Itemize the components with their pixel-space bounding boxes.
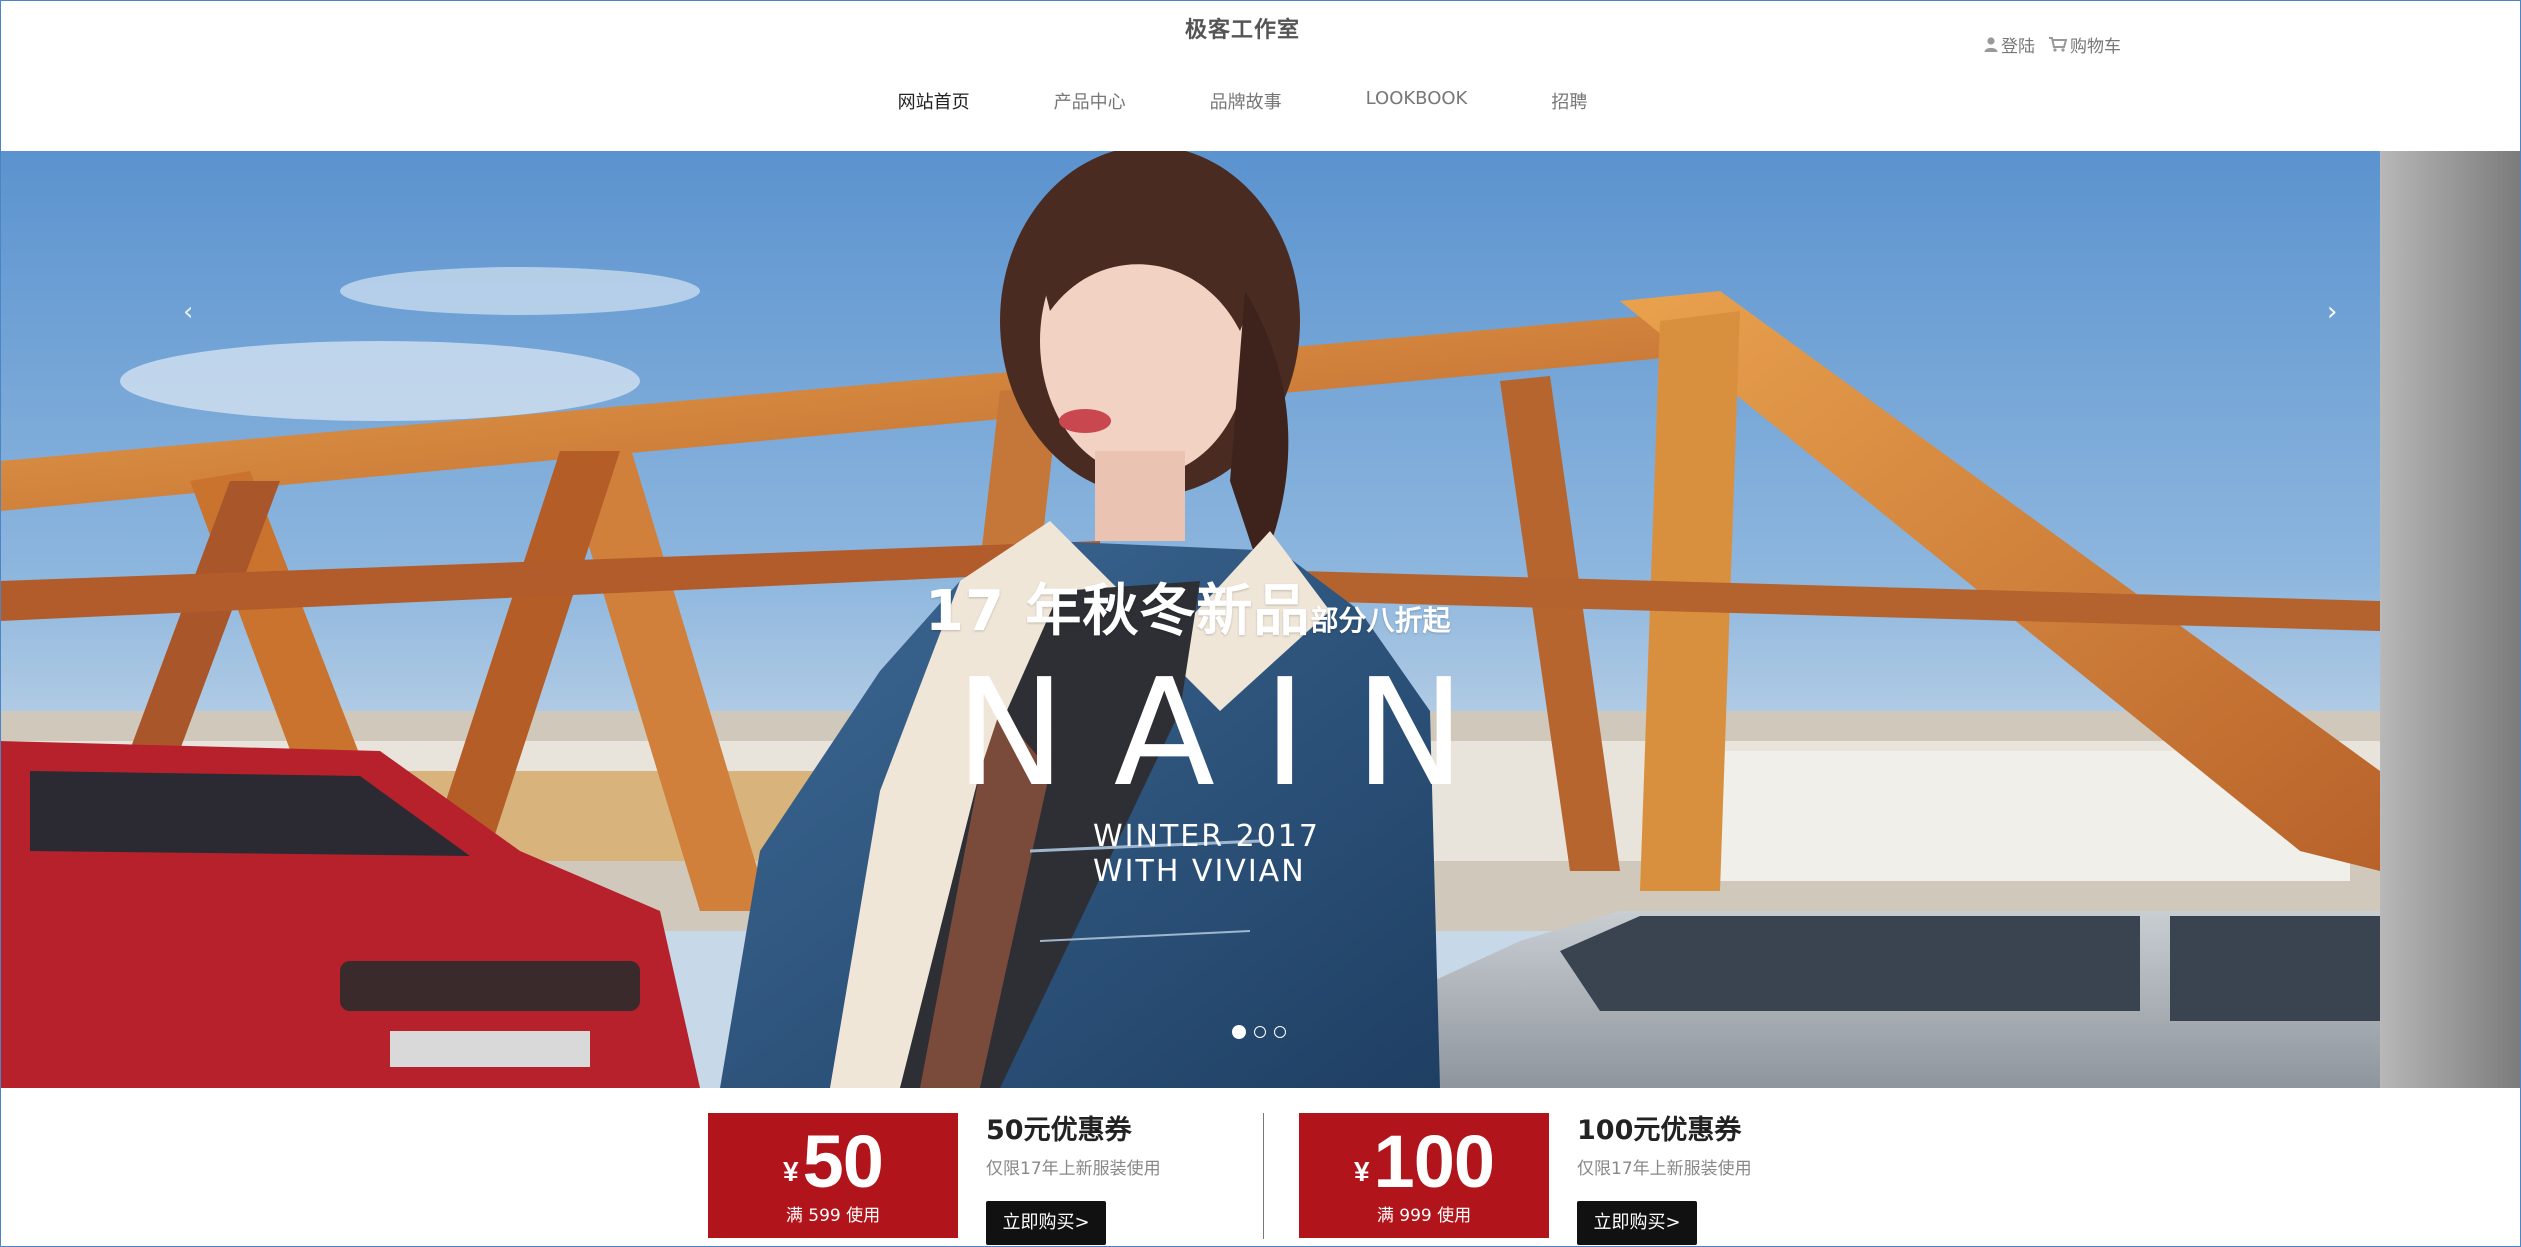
carousel-dot-3[interactable] (1274, 1026, 1286, 1038)
nav-item-home[interactable]: 网站首页 (898, 88, 970, 114)
nav-item-products[interactable]: 产品中心 (1054, 88, 1126, 114)
coupon-card-100[interactable]: ¥100 满 999 使用 (1299, 1113, 1549, 1238)
coupon-desc: 仅限17年上新服装使用 (1577, 1159, 1752, 1179)
nav-item-lookbook[interactable]: LOOKBOOK (1366, 88, 1468, 114)
cart-icon (2049, 37, 2067, 52)
nav-item-brand-story[interactable]: 品牌故事 (1210, 88, 1282, 114)
hero-side-shade (2380, 151, 2521, 1088)
carousel-dot-2[interactable] (1254, 1026, 1266, 1038)
carousel-dot-1[interactable] (1232, 1025, 1246, 1039)
currency-symbol: ¥ (783, 1156, 799, 1187)
user-area: 登陆 购物车 (1984, 32, 2121, 57)
coupon-card-50[interactable]: ¥50 满 599 使用 (708, 1113, 958, 1238)
cart-label: 购物车 (2070, 37, 2121, 57)
coupon-divider (1263, 1113, 1264, 1239)
currency-symbol: ¥ (1353, 1156, 1370, 1187)
buy-now-button[interactable]: 立即购买> (1577, 1201, 1697, 1245)
login-label: 登陆 (2001, 37, 2035, 57)
carousel-indicators (1232, 1025, 1286, 1039)
coupon-condition: 满 599 使用 (785, 1206, 881, 1226)
nav-item-careers[interactable]: 招聘 (1551, 88, 1587, 114)
coupon-amount: ¥100 (1299, 1119, 1549, 1204)
coupon-amount: ¥50 (708, 1119, 958, 1204)
carousel-prev-arrow[interactable]: ‹ (183, 299, 193, 325)
coupon-value: 100 (1373, 1120, 1495, 1203)
coupon-condition: 满 999 使用 (1376, 1206, 1472, 1226)
coupon-desc: 仅限17年上新服装使用 (986, 1159, 1161, 1179)
coupon-info-100: 100元优惠券 仅限17年上新服装使用 立即购买> (1577, 1108, 1752, 1245)
coupon-info-50: 50元优惠券 仅限17年上新服装使用 立即购买> (986, 1108, 1161, 1245)
coupon-title: 100元优惠券 (1577, 1115, 1742, 1146)
login-link[interactable]: 登陆 (1984, 32, 2035, 57)
coupon-value: 50 (802, 1120, 884, 1203)
coupon-title: 50元优惠券 (986, 1115, 1132, 1146)
user-icon (1984, 37, 1998, 52)
carousel-next-arrow[interactable]: › (2327, 299, 2337, 325)
hero-image (0, 151, 2380, 1088)
cart-link[interactable]: 购物车 (2049, 32, 2121, 57)
hero-carousel[interactable]: ‹ › 17 年秋冬新品部分八折起 NAIN WINTER 2017 WITH … (0, 151, 2380, 1088)
main-nav: 网站首页 产品中心 品牌故事 LOOKBOOK 招聘 (0, 88, 2485, 114)
buy-now-button[interactable]: 立即购买> (986, 1201, 1106, 1245)
